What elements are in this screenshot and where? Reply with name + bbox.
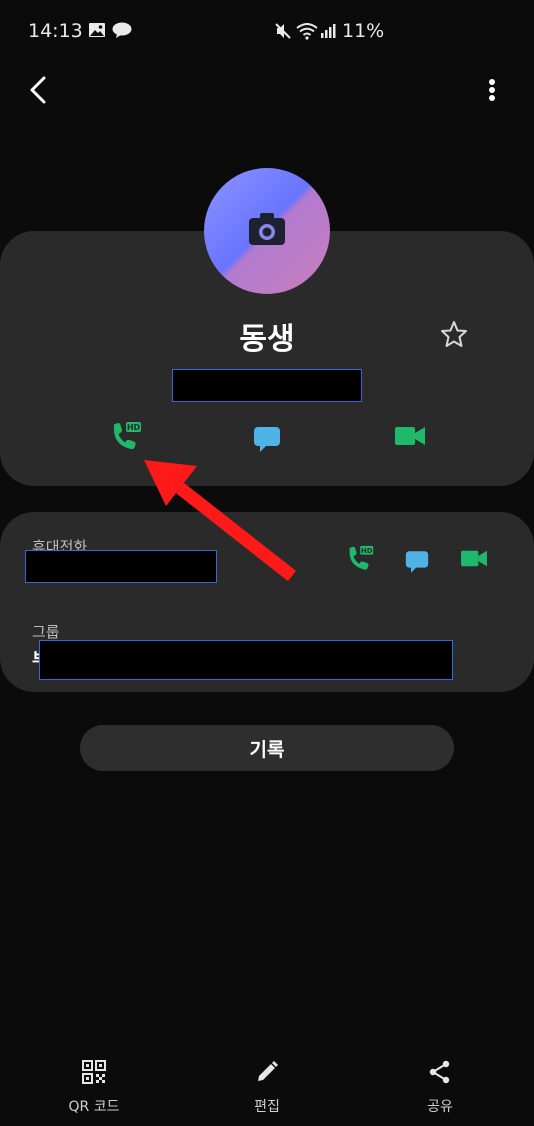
edit-label: 편집 xyxy=(254,1099,280,1115)
chevron-left-icon[interactable] xyxy=(24,74,56,106)
redacted-number xyxy=(172,369,362,402)
mute-icon xyxy=(275,23,291,39)
hd-call-icon[interactable]: HD xyxy=(346,545,376,573)
message-icon[interactable] xyxy=(405,550,429,574)
edit-button[interactable]: 편집 xyxy=(207,1060,327,1116)
share-icon xyxy=(429,1060,450,1084)
svg-text:HD: HD xyxy=(127,423,141,432)
avatar[interactable] xyxy=(204,168,330,294)
more-vertical-icon[interactable] xyxy=(478,74,506,106)
gallery-icon xyxy=(89,23,105,37)
qr-code-button[interactable]: QR 코드 xyxy=(34,1060,154,1116)
group-label: 그룹 xyxy=(32,623,60,641)
status-time: 14:13 xyxy=(28,20,83,42)
battery-percentage: 11% xyxy=(342,20,385,42)
share-label: 공유 xyxy=(427,1099,453,1115)
wifi-icon xyxy=(296,23,318,40)
qr-code-label: QR 코드 xyxy=(68,1099,120,1115)
video-call-icon[interactable] xyxy=(460,549,488,568)
history-button[interactable]: 기록 xyxy=(80,725,454,771)
message-icon[interactable] xyxy=(253,426,281,453)
talk-icon xyxy=(112,22,132,38)
hd-call-icon[interactable]: HD xyxy=(110,421,144,453)
redacted-group xyxy=(39,640,453,680)
svg-text:HD: HD xyxy=(361,547,373,555)
signal-icon xyxy=(321,24,336,38)
pencil-icon xyxy=(258,1061,278,1081)
share-button[interactable]: 공유 xyxy=(380,1060,500,1116)
history-button-label: 기록 xyxy=(249,738,285,761)
star-outline-icon[interactable] xyxy=(440,320,468,348)
video-call-icon[interactable] xyxy=(394,425,426,447)
camera-icon xyxy=(249,213,285,245)
qr-code-icon xyxy=(82,1060,106,1084)
redacted-phone-number xyxy=(25,550,217,583)
